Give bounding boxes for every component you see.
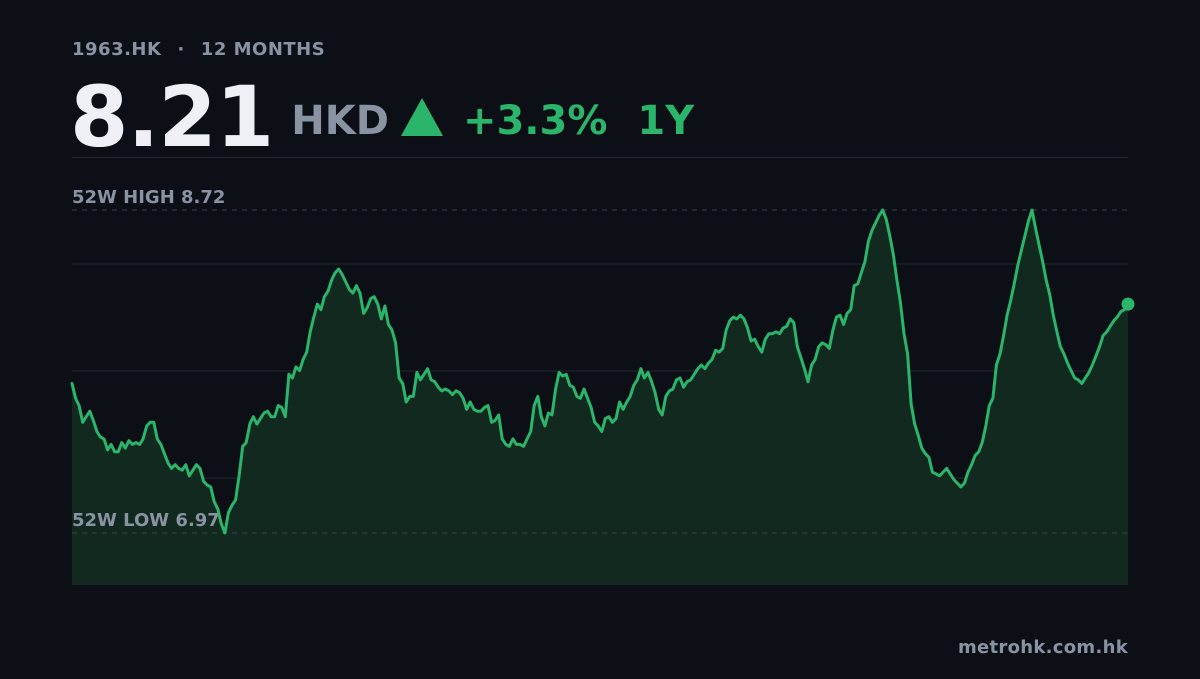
- price-chart: 52W HIGH 8.72 52W LOW 6.97: [0, 0, 1200, 675]
- price-chart-svg: 52W HIGH 8.72 52W LOW 6.97: [70, 187, 1135, 585]
- price-area-fill: [72, 210, 1128, 585]
- high-reference-label: 52W HIGH 8.72: [72, 187, 225, 208]
- last-price-marker: [1121, 297, 1135, 311]
- low-reference-label: 52W LOW 6.97: [72, 510, 220, 531]
- source-footer: metrohk.com.hk: [957, 637, 1128, 658]
